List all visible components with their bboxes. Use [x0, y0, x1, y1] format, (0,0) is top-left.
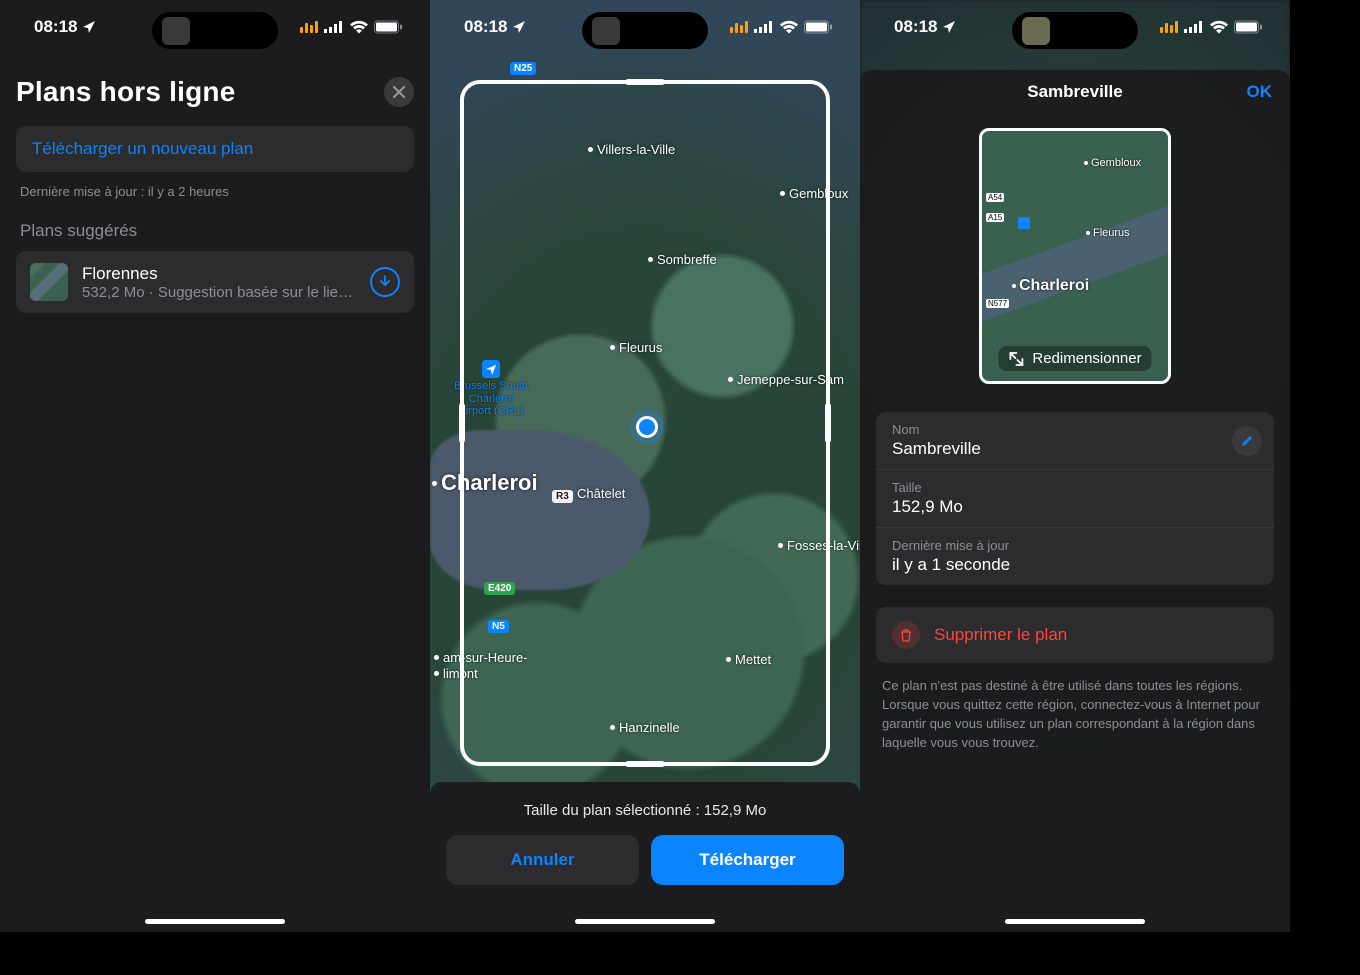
last-update-text: Dernière mise à jour : il y a 2 heures — [16, 172, 414, 221]
edit-name-button[interactable] — [1232, 426, 1262, 456]
dynamic-island[interactable] — [1012, 12, 1138, 49]
map-preview[interactable]: A54 A15 N577 Gembloux Fleurus Charleroi … — [979, 128, 1171, 384]
dynamic-island[interactable] — [582, 12, 708, 49]
wifi-icon — [1210, 20, 1228, 34]
wifi-icon — [780, 20, 798, 34]
preview-place-label: Gembloux — [1084, 157, 1141, 169]
map-place-label: Mettet — [726, 652, 771, 667]
name-value: Sambreville — [892, 439, 1258, 459]
now-playing-app-icon — [592, 17, 620, 45]
map-place-label: Fleurus — [610, 340, 662, 355]
size-label: Taille — [892, 480, 1258, 495]
map-place-label: am-sur-Heure- — [434, 650, 528, 665]
trash-icon — [892, 621, 920, 649]
suggested-map-item[interactable]: Florennes 532,2 Mo · Suggestion basée su… — [16, 251, 414, 313]
road-badge: A15 — [986, 213, 1004, 222]
sheet-header: Sambreville OK — [860, 70, 1290, 114]
updated-value: il y a 1 seconde — [892, 555, 1258, 575]
road-badge: A54 — [986, 193, 1004, 202]
selected-size-text: Taille du plan sélectionné : 152,9 Mo — [446, 802, 844, 819]
page-title: Plans hors ligne — [16, 76, 235, 108]
updated-label: Dernière mise à jour — [892, 538, 1258, 553]
map-place-label: Jemeppe-sur-Sam — [728, 372, 844, 387]
audio-bars-icon — [730, 21, 748, 33]
delete-button[interactable]: Supprimer le plan — [876, 607, 1274, 663]
cellular-icon — [1184, 20, 1204, 34]
download-new-map-button[interactable]: Télécharger un nouveau plan — [16, 126, 414, 172]
download-button[interactable] — [370, 267, 400, 297]
cellular-icon — [754, 20, 774, 34]
ok-button[interactable]: OK — [1247, 82, 1273, 102]
location-arrow-icon — [81, 19, 97, 35]
suggested-map-subtitle: 532,2 Mo · Suggestion basée sur le lie… — [82, 284, 356, 301]
name-label: Nom — [892, 422, 1258, 437]
pencil-icon — [1240, 434, 1254, 448]
battery-icon — [1234, 20, 1262, 34]
resize-button[interactable]: Redimensionner — [998, 346, 1151, 371]
map-place-label: Gembloux — [780, 186, 848, 201]
home-indicator[interactable] — [575, 919, 715, 924]
map-place-label: Villers-la-Ville — [588, 142, 675, 157]
screen-offline-maps: 08:18 Plans hors ligne Télécharger un no… — [0, 0, 430, 932]
download-button[interactable]: Télécharger — [651, 835, 844, 885]
battery-icon — [374, 20, 402, 34]
resize-icon — [1008, 351, 1024, 367]
preview-place-label: Charleroi — [1012, 277, 1089, 295]
airport-icon — [1018, 217, 1030, 229]
map-place-label: Châtelet — [568, 486, 625, 501]
screen-map-details: 08:18 Sambreville OK A54 A15 N577 — [860, 0, 1290, 932]
close-button[interactable] — [384, 77, 414, 107]
suggested-section-title: Plans suggérés — [16, 221, 414, 251]
location-arrow-icon — [511, 19, 527, 35]
airport-icon — [482, 360, 500, 378]
close-icon — [393, 86, 405, 98]
audio-bars-icon — [300, 21, 318, 33]
details-list: Nom Sambreville Taille 152,9 Mo Dernière… — [876, 412, 1274, 585]
map-place-label: limont — [434, 666, 478, 681]
map-place-label: Sombreffe — [648, 252, 717, 267]
map-place-label: Fosses-la-Ville — [778, 538, 860, 553]
home-indicator[interactable] — [1005, 919, 1145, 924]
name-row[interactable]: Nom Sambreville — [876, 412, 1274, 469]
download-icon — [378, 275, 392, 289]
location-arrow-icon — [941, 19, 957, 35]
status-time: 08:18 — [464, 17, 507, 37]
status-time: 08:18 — [34, 17, 77, 37]
road-badge: N577 — [986, 299, 1009, 308]
cancel-button[interactable]: Annuler — [446, 835, 639, 885]
now-playing-app-icon — [1022, 17, 1050, 45]
status-time: 08:18 — [894, 17, 937, 37]
map-thumbnail — [30, 263, 68, 301]
wifi-icon — [350, 20, 368, 34]
user-location-marker — [636, 416, 658, 438]
bottom-sheet: Taille du plan sélectionné : 152,9 Mo An… — [430, 782, 860, 932]
road-badge: E420 — [484, 582, 515, 595]
audio-bars-icon — [1160, 21, 1178, 33]
map-place-label: Charleroi — [432, 470, 538, 496]
size-row: Taille 152,9 Mo — [876, 469, 1274, 527]
updated-row: Dernière mise à jour il y a 1 seconde — [876, 527, 1274, 585]
map-place-label: Hanzinelle — [610, 720, 680, 735]
sheet-title: Sambreville — [1027, 82, 1122, 102]
road-badge: N5 — [488, 620, 509, 633]
road-badge: N25 — [510, 62, 536, 75]
now-playing-app-icon — [162, 17, 190, 45]
dynamic-island[interactable] — [152, 12, 278, 49]
battery-icon — [804, 20, 832, 34]
screen-select-area: N25 R3 E420 N5 Brussels South Charleroi … — [430, 0, 860, 932]
home-indicator[interactable] — [145, 919, 285, 924]
airport-label: Brussels South Charleroi Airport (CRL) — [454, 360, 528, 418]
delete-label: Supprimer le plan — [934, 625, 1067, 645]
size-value: 152,9 Mo — [892, 497, 1258, 517]
suggested-map-title: Florennes — [82, 264, 356, 284]
cellular-icon — [324, 20, 344, 34]
preview-place-label: Fleurus — [1086, 227, 1130, 239]
disclaimer-text: Ce plan n'est pas destiné à être utilisé… — [860, 663, 1290, 752]
